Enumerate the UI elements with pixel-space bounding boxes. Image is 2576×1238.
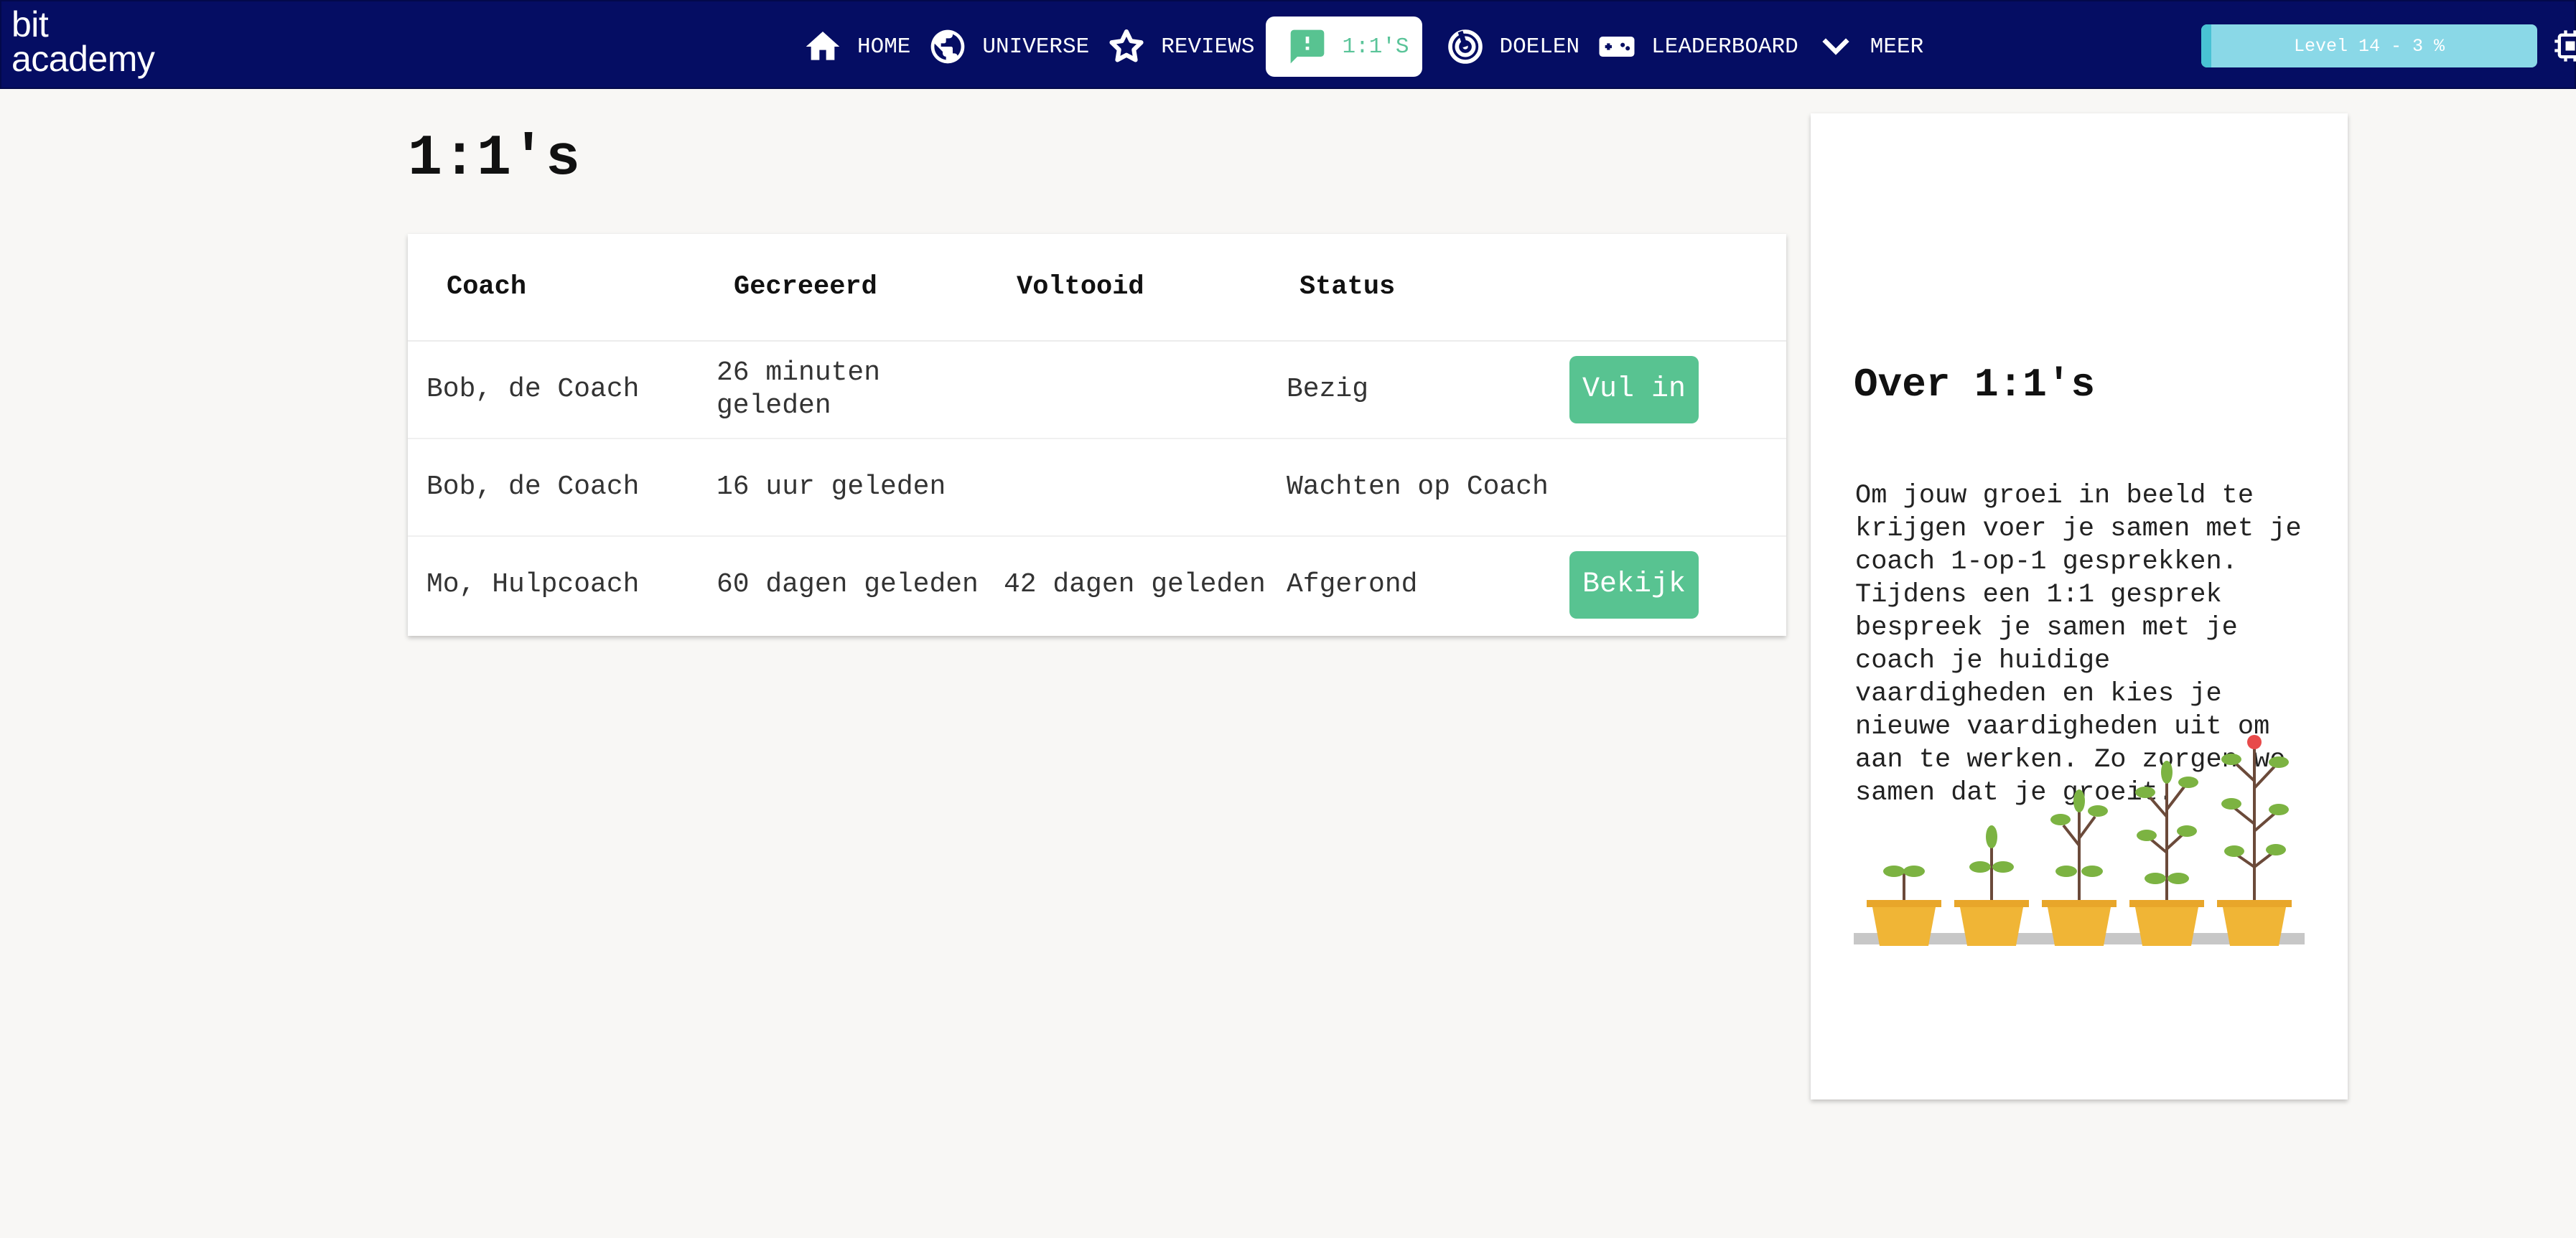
logo-line-2: academy	[11, 39, 155, 79]
bit-academy-logo[interactable]: bit academy	[11, 4, 155, 79]
page-title: 1:1's	[408, 126, 581, 192]
header-coach: Coach	[408, 234, 698, 342]
nav-doelen-label: DOELEN	[1499, 34, 1580, 60]
nav-leaderboard[interactable]: LEADERBOARD	[1588, 17, 1807, 77]
table-row: Bob, de Coach 26 minuten geleden Bezig V…	[408, 341, 1786, 439]
chevron-down-icon	[1822, 38, 1849, 55]
header-status: Status	[1268, 234, 1551, 342]
plant-pot-5	[2217, 735, 2292, 946]
logo-line-1: bit	[11, 4, 49, 44]
level-progress-bar[interactable]: Level 14 - 3 %	[2201, 24, 2537, 67]
top-navigation-bar: bit academy HOME UNIVERSE REVIEWS 1:1'S …	[0, 0, 2576, 89]
nav-one-on-ones-label: 1:1'S	[1342, 34, 1409, 60]
cell-status: Afgerond	[1287, 569, 1418, 600]
about-one-on-ones-card: Over 1:1's Om jouw groei in beeld te kri…	[1811, 113, 2348, 1099]
cell-coach: Bob, de Coach	[408, 439, 698, 537]
nav-doelen[interactable]: DOELEN	[1437, 17, 1589, 77]
nav-universe-label: UNIVERSE	[982, 34, 1090, 60]
nav-leaderboard-label: LEADERBOARD	[1651, 34, 1798, 60]
gamepad-icon	[1599, 37, 1635, 57]
view-button[interactable]: Bekijk	[1569, 551, 1699, 619]
cell-created: 26 minuten geleden	[698, 341, 985, 439]
nav-home-label: HOME	[857, 34, 911, 60]
plant-pot-4	[2129, 761, 2204, 946]
plant-pot-1	[1867, 866, 1941, 946]
nav-home[interactable]: HOME	[794, 17, 919, 77]
main-nav: HOME UNIVERSE REVIEWS 1:1'S DOELEN LEADE…	[794, 17, 1932, 77]
table-row: Bob, de Coach 16 uur geleden Wachten op …	[408, 439, 1786, 537]
cell-created: 16 uur geleden	[698, 439, 985, 537]
chip-icon[interactable]	[2552, 27, 2576, 65]
cell-completed: 42 dagen geleden	[1004, 569, 1266, 600]
nav-meer[interactable]: MEER	[1807, 17, 1932, 77]
cell-completed	[985, 439, 1268, 537]
star-icon	[1109, 29, 1144, 62]
target-icon	[1447, 29, 1483, 64]
chat-alert-icon	[1291, 29, 1325, 64]
table-header-row: Coach Gecreeerd Voltooid Status	[408, 234, 1786, 342]
cell-created: 60 dagen geleden	[717, 569, 979, 600]
globe-icon	[931, 29, 965, 64]
growing-plants-illustration	[1854, 735, 2305, 946]
cell-status: Bezig	[1268, 341, 1551, 439]
cell-completed	[985, 341, 1268, 439]
table-row: Mo, Hulpcoach 60 dagen geleden 42 dagen …	[408, 536, 1786, 633]
cell-action	[1551, 439, 1786, 537]
nav-one-on-ones[interactable]: 1:1'S	[1266, 17, 1422, 77]
header-action	[1551, 234, 1786, 342]
nav-universe[interactable]: UNIVERSE	[919, 17, 1098, 77]
plant-pot-2	[1954, 825, 2029, 946]
cell-action: Vul in	[1551, 341, 1786, 439]
nav-meer-label: MEER	[1870, 34, 1924, 60]
home-icon	[806, 32, 840, 60]
nav-reviews[interactable]: REVIEWS	[1098, 17, 1263, 77]
fill-in-button[interactable]: Vul in	[1569, 356, 1699, 423]
header-gecreeerd: Gecreeerd	[698, 234, 985, 342]
cell-coach: Bob, de Coach	[408, 341, 698, 439]
cell-action: Bekijk	[1551, 536, 1786, 633]
one-on-ones-table-card: Coach Gecreeerd Voltooid Status Bob, de …	[408, 234, 1786, 636]
cell-status: Wachten op Coach	[1268, 439, 1551, 537]
side-title: Over 1:1's	[1854, 362, 2096, 408]
plant-pot-3	[2042, 789, 2117, 946]
header-voltooid: Voltooid	[985, 234, 1268, 342]
cell-coach: Mo, Hulpcoach	[426, 569, 640, 600]
one-on-ones-table: Coach Gecreeerd Voltooid Status Bob, de …	[408, 234, 1786, 633]
nav-reviews-label: REVIEWS	[1161, 34, 1255, 60]
level-label: Level 14 - 3 %	[2293, 35, 2445, 57]
